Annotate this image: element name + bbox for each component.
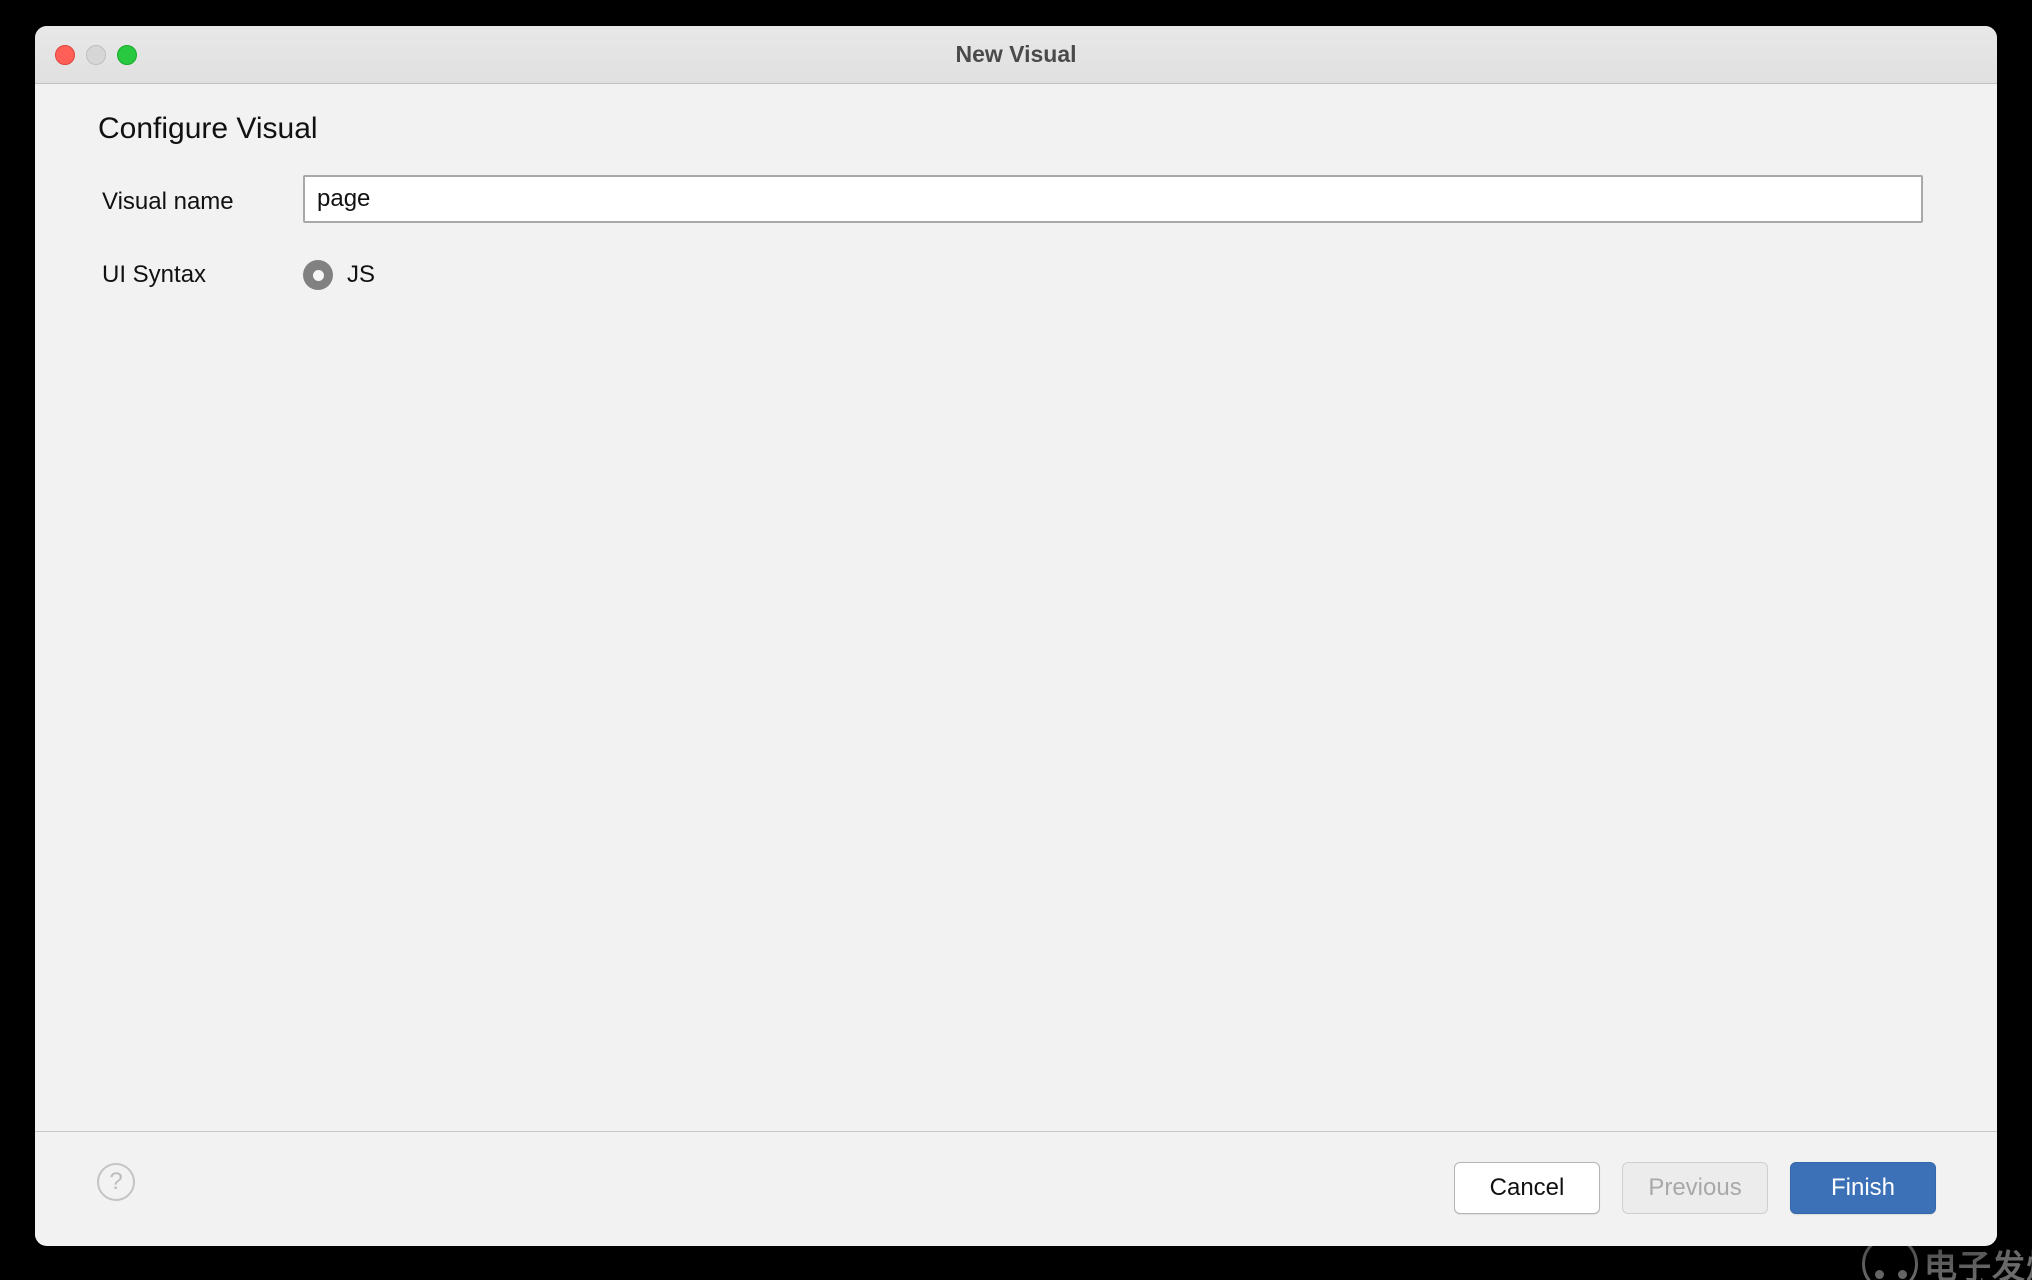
watermark-text-cn: 电子发烧友	[1924, 1248, 2032, 1280]
finish-button[interactable]: Finish	[1790, 1162, 1936, 1214]
radio-option-js-label: JS	[347, 261, 376, 288]
form-row-visual-name: Visual name	[35, 175, 1997, 225]
window-titlebar[interactable]: New Visual	[35, 26, 1997, 84]
dialog-body: Configure Visual Visual name UI Syntax J…	[35, 84, 1997, 1131]
page-title: Configure Visual	[98, 112, 318, 145]
new-visual-dialog-window: New Visual Configure Visual Visual name …	[35, 26, 1997, 1246]
visual-name-label: Visual name	[102, 188, 234, 215]
ui-syntax-radio-group: JS	[303, 252, 375, 298]
window-title: New Visual	[955, 41, 1077, 67]
radio-inner-dot	[312, 269, 324, 281]
dialog-footer: ? Cancel Previous Finish	[35, 1131, 1997, 1245]
previous-button: Previous	[1622, 1162, 1768, 1214]
radio-option-js[interactable]: JS	[303, 260, 375, 290]
ui-syntax-label: UI Syntax	[102, 261, 207, 288]
footer-button-group: Cancel Previous Finish	[1454, 1162, 1936, 1214]
cancel-button[interactable]: Cancel	[1454, 1162, 1600, 1214]
visual-name-input[interactable]	[303, 175, 1923, 223]
desktop-backdrop: 电子发烧友 www.elecfans.com New Visual Config…	[0, 0, 2032, 1280]
radio-selected-icon[interactable]	[303, 260, 333, 290]
watermark-text-en: www.elecfans.com	[1926, 1276, 2032, 1280]
help-icon[interactable]: ?	[97, 1163, 135, 1201]
form-row-ui-syntax: UI Syntax JS	[35, 252, 1997, 298]
